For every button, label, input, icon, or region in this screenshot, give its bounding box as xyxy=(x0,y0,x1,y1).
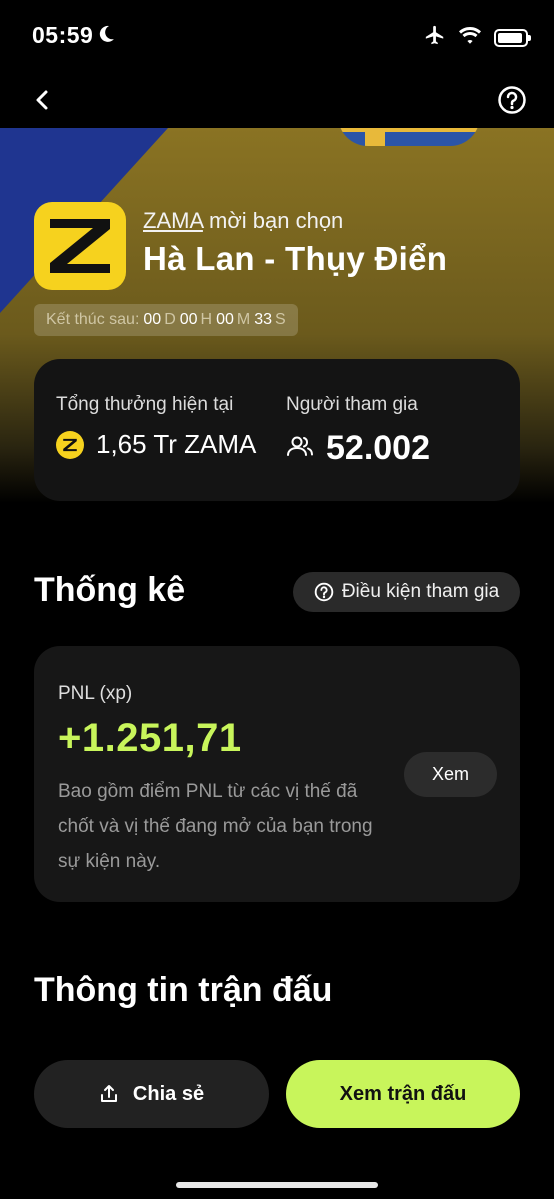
view-pnl-button[interactable]: Xem xyxy=(404,752,497,797)
total-prize-value: 1,65 Tr ZAMA xyxy=(96,429,257,459)
participants: 52.002 xyxy=(286,429,430,468)
chevron-left-icon xyxy=(36,90,48,110)
match-info-title: Thông tin trận đấu xyxy=(34,971,333,1009)
status-bar: 05:59 xyxy=(0,0,554,70)
users-icon xyxy=(286,434,314,463)
conditions-button[interactable]: Điều kiện tham gia xyxy=(293,572,520,612)
battery-icon xyxy=(494,28,531,47)
top-nav xyxy=(0,72,554,128)
question-circle-icon xyxy=(498,86,526,114)
share-icon xyxy=(100,1085,117,1102)
countdown-minutes-unit: M xyxy=(236,311,251,328)
pnl-description: Bao gồm điểm PNL từ các vị thế đã chốt v… xyxy=(58,781,373,872)
total-prize: 1,65 Tr ZAMA xyxy=(56,429,256,460)
home-indicator xyxy=(176,1182,378,1188)
countdown-seconds-unit: S xyxy=(275,311,286,328)
countdown-seconds: 33 xyxy=(254,311,273,328)
prize-card: Tổng thưởng hiện tại 1,65 Tr ZAMA Người … xyxy=(34,359,520,501)
question-circle-icon xyxy=(314,582,334,602)
inviter-suffix: mời bạn chọn xyxy=(202,208,344,233)
airplane-icon xyxy=(424,24,446,51)
countdown-timer: Kết thúc sau: 00 D 00 H 00 M 33 S xyxy=(34,304,298,336)
participants-value: 52.002 xyxy=(326,429,430,467)
inviter-link[interactable]: ZAMA xyxy=(143,208,203,233)
stats-title: Thống kê xyxy=(34,571,186,609)
match-title: Hà Lan - Thụy Điển xyxy=(143,240,448,277)
countdown-label: Kết thúc sau: xyxy=(46,311,140,328)
view-match-button[interactable]: Xem trận đấu xyxy=(286,1060,520,1128)
pnl-card: PNL (xp) +1.251,71 Bao gồm điểm PNL từ c… xyxy=(34,646,520,902)
sweden-flag-graphic xyxy=(338,128,480,146)
wifi-icon xyxy=(458,25,482,50)
countdown-days: 00 xyxy=(143,311,162,328)
countdown-hours: 00 xyxy=(179,311,198,328)
conditions-label: Điều kiện tham gia xyxy=(341,581,500,602)
participants-label: Người tham gia xyxy=(286,394,418,415)
status-icons xyxy=(424,24,531,51)
countdown-days-unit: D xyxy=(164,311,176,328)
countdown-hours-unit: H xyxy=(200,311,213,328)
moon-icon xyxy=(96,24,116,49)
back-button[interactable] xyxy=(24,82,60,118)
zama-logo xyxy=(34,202,126,290)
share-label: Chia sẻ xyxy=(132,1082,205,1105)
pnl-value: +1.251,71 xyxy=(58,716,242,760)
pnl-label: PNL (xp) xyxy=(58,683,133,704)
status-time: 05:59 xyxy=(32,22,94,48)
countdown-minutes: 00 xyxy=(216,311,234,328)
help-button[interactable] xyxy=(494,82,530,118)
inviter-text: ZAMA mời bạn chọn xyxy=(143,208,343,234)
zama-coin-icon xyxy=(56,430,84,459)
total-prize-label: Tổng thưởng hiện tại xyxy=(56,394,234,415)
share-button[interactable]: Chia sẻ xyxy=(34,1060,269,1128)
